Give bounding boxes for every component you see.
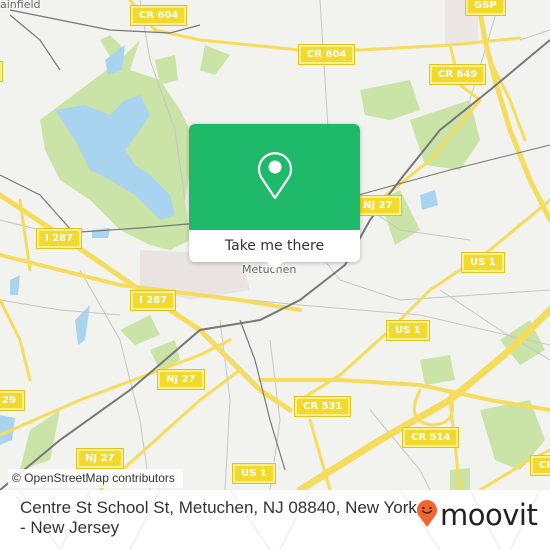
road-shield-us-1: US 1 <box>386 320 430 341</box>
road-shield-partial <box>0 61 3 82</box>
place-label-plainfield: ainfield <box>0 0 41 11</box>
road-shield-nj-27: NJ 27 <box>354 195 402 216</box>
water-body <box>420 190 438 210</box>
park-area <box>360 80 420 120</box>
road-shield-nj-27: NJ 27 <box>157 369 205 390</box>
popup-header <box>189 124 360 230</box>
road-shield-nj-27: NJ 27 <box>76 448 124 469</box>
map-pin-icon <box>255 149 295 205</box>
road-shield-i-287: I 287 <box>35 228 83 249</box>
road-shield-cr-514: CR 514 <box>401 427 460 448</box>
take-me-there-button[interactable]: Take me there <box>189 230 360 262</box>
water-body <box>92 228 110 238</box>
road-shield-cr-649: CR 649 <box>428 64 487 85</box>
park-area <box>200 45 230 75</box>
moovit-logo-text: moovit <box>440 498 538 532</box>
road-shield-cr-604: CR 604 <box>129 5 188 26</box>
moovit-logo[interactable]: moovit <box>416 498 538 532</box>
road-shield-i-287: I 287 <box>129 290 177 311</box>
moovit-pin-smile-icon <box>416 498 438 532</box>
water-body <box>10 275 20 295</box>
road-shield-cr-529: 29 <box>0 390 25 411</box>
map[interactable]: ainfield Metuchen CR 604 CR 604 GSP CR 6… <box>0 0 550 490</box>
footer: Centre St School St, Metuchen, NJ 08840,… <box>0 490 550 550</box>
road-shield-gsp: GSP <box>465 0 506 16</box>
location-popup: Take me there <box>189 124 360 270</box>
road-shield-us-1: US 1 <box>232 463 276 484</box>
road-shield-us-1: US 1 <box>461 252 505 273</box>
road-shield-cr: CR <box>529 455 550 476</box>
map-attribution[interactable]: © OpenStreetMap contributors <box>8 469 183 488</box>
address-text: Centre St School St, Metuchen, NJ 08840,… <box>20 498 417 537</box>
popup-pointer <box>266 261 284 270</box>
road-shield-cr-531: CR 531 <box>293 396 352 417</box>
park-area <box>120 315 160 345</box>
park-area <box>420 355 455 385</box>
road-shield-cr-604: CR 604 <box>297 44 356 65</box>
